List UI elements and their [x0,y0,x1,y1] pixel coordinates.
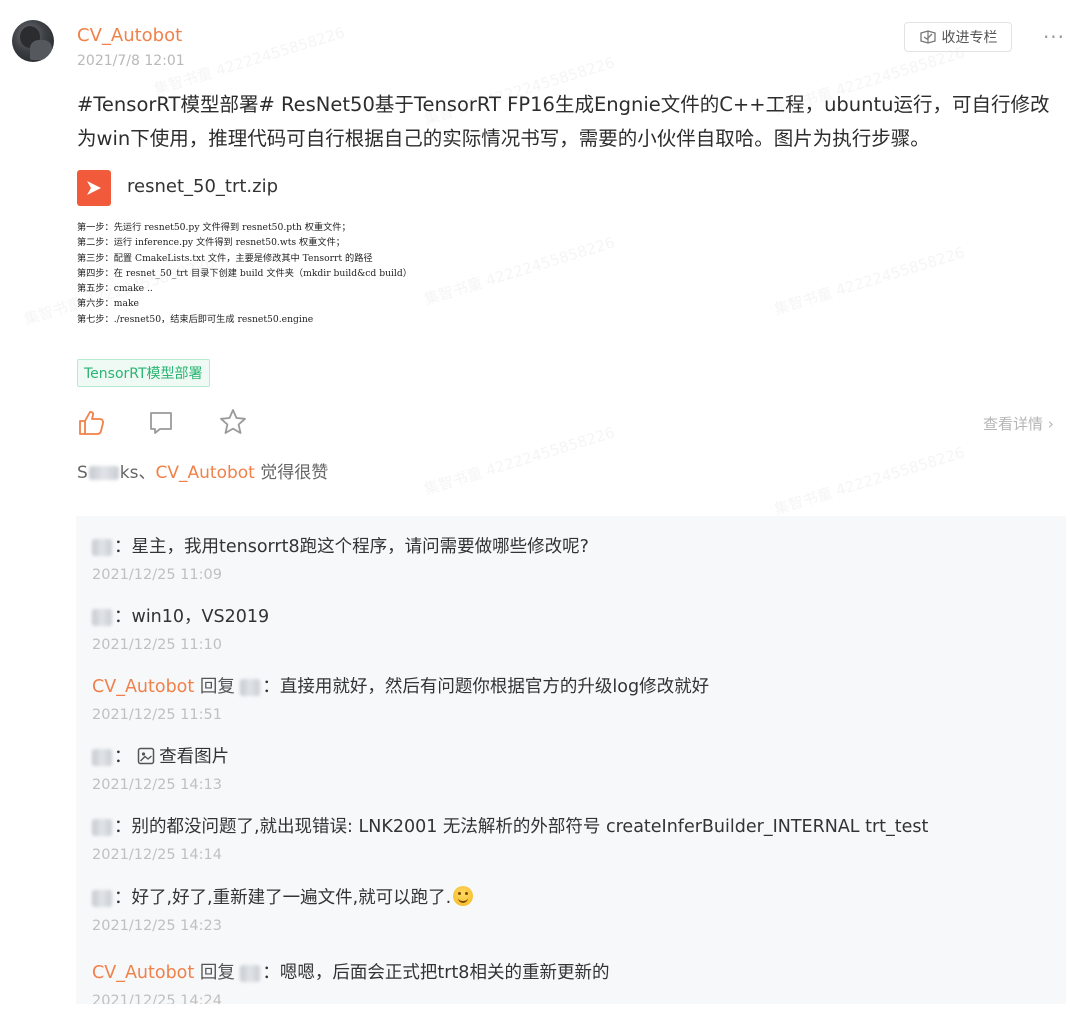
more-options-button[interactable]: ··· [1040,24,1068,50]
commenter-name[interactable] [92,748,112,766]
liker-name[interactable]: CV_Autobot [156,463,255,483]
comment-item: ：星主，我用tensorrt8跑这个程序，请问需要做哪些修改呢? 2021/12… [92,537,589,583]
comment-item: CV_Autobot 回复 ：嗯嗯，后面会正式把trt8相关的重新更新的 202… [92,962,609,1004]
image-icon [137,747,155,765]
comments-section: ：星主，我用tensorrt8跑这个程序，请问需要做哪些修改呢? 2021/12… [76,516,1066,1004]
watermark: 集智书童 42222455858226 [771,443,967,519]
star-icon [220,409,246,434]
comment-time: 2021/12/25 11:09 [92,567,222,583]
reply-target-name[interactable] [240,678,261,696]
favorite-button[interactable] [219,408,247,440]
step-line: 第五步：cmake .. [77,283,153,295]
watermark: 集智书童 42222455858226 [421,423,617,499]
collect-to-column-button[interactable]: 收进专栏 [904,22,1012,52]
comment-time: 2021/12/25 14:13 [92,777,222,793]
step-line: 第七步：./resnet50，结束后即可生成 resnet50.engine [77,313,314,325]
step-line: 第二步：运行 inference.py 文件得到 resnet50.wts 权重… [77,237,345,249]
comment-time: 2021/12/25 14:14 [92,847,222,863]
liker-name[interactable]: Sks [77,463,139,483]
comment-item: CV_Autobot 回复 ：直接用就好，然后有问题你根据官方的升级log修改就… [92,677,710,723]
reply-target-name[interactable] [240,964,261,982]
collect-label: 收进专栏 [941,30,998,46]
commenter-name[interactable] [92,818,112,836]
post-date: 2021/7/8 12:01 [77,53,185,69]
commenter-name[interactable] [92,889,112,907]
steps-image[interactable]: 第一步：先运行 resnet50.py 文件得到 resnet50.pth 权重… [77,220,577,327]
comment-time: 2021/12/25 14:24 [92,993,222,1004]
post-content: #TensorRT模型部署# ResNet50基于TensorRT FP16生成… [77,93,1050,150]
author-name[interactable]: CV_Autobot [77,25,182,47]
step-line: 第一步：先运行 resnet50.py 文件得到 resnet50.pth 权重… [77,222,351,233]
avatar[interactable] [12,20,54,62]
comment-time: 2021/12/25 11:10 [92,637,222,653]
comment-button[interactable] [148,410,174,440]
pdf-file-icon[interactable] [77,170,111,206]
comment-time: 2021/12/25 11:51 [92,707,222,723]
comment-item: ： 查看图片 2021/12/25 14:13 [92,747,230,793]
step-line: 第六步：make [77,298,139,310]
comment-item: ：win10，VS2019 2021/12/25 11:10 [92,607,270,653]
like-button[interactable] [78,410,106,440]
comment-item: ：别的都没问题了,就出现错误: LNK2001 无法解析的外部符号 create… [92,817,929,863]
reply-author[interactable]: CV_Autobot [92,677,194,697]
smile-emoji-icon [453,886,474,906]
watermark: 集智书童 42222455858226 [771,243,967,319]
view-image-link[interactable]: 查看图片 [137,747,229,767]
comment-icon [150,412,172,434]
attachment-file-name[interactable]: resnet_50_trt.zip [127,176,278,198]
commenter-name[interactable] [92,608,112,626]
step-line: 第三步：配置 CmakeLists.txt 文件，主要是修改其中 Tensorr… [77,252,373,264]
view-details-link[interactable]: 查看详情 › [983,414,1054,434]
likes-summary: Sks、CV_Autobot 觉得很赞 [77,463,329,483]
reply-author[interactable]: CV_Autobot [92,963,194,983]
topic-tag[interactable]: TensorRT模型部署 [77,359,210,387]
commenter-name[interactable] [92,538,112,556]
step-line: 第四步：在 resnet_50_trt 目录下创建 build 文件夹（mkdi… [77,267,412,279]
collect-icon [919,30,936,44]
comment-time: 2021/12/25 14:23 [92,918,222,934]
comment-item: ：好了,好了,重新建了一遍文件,就可以跑了. 2021/12/25 14:23 [92,886,474,935]
thumbs-up-icon [79,411,104,435]
